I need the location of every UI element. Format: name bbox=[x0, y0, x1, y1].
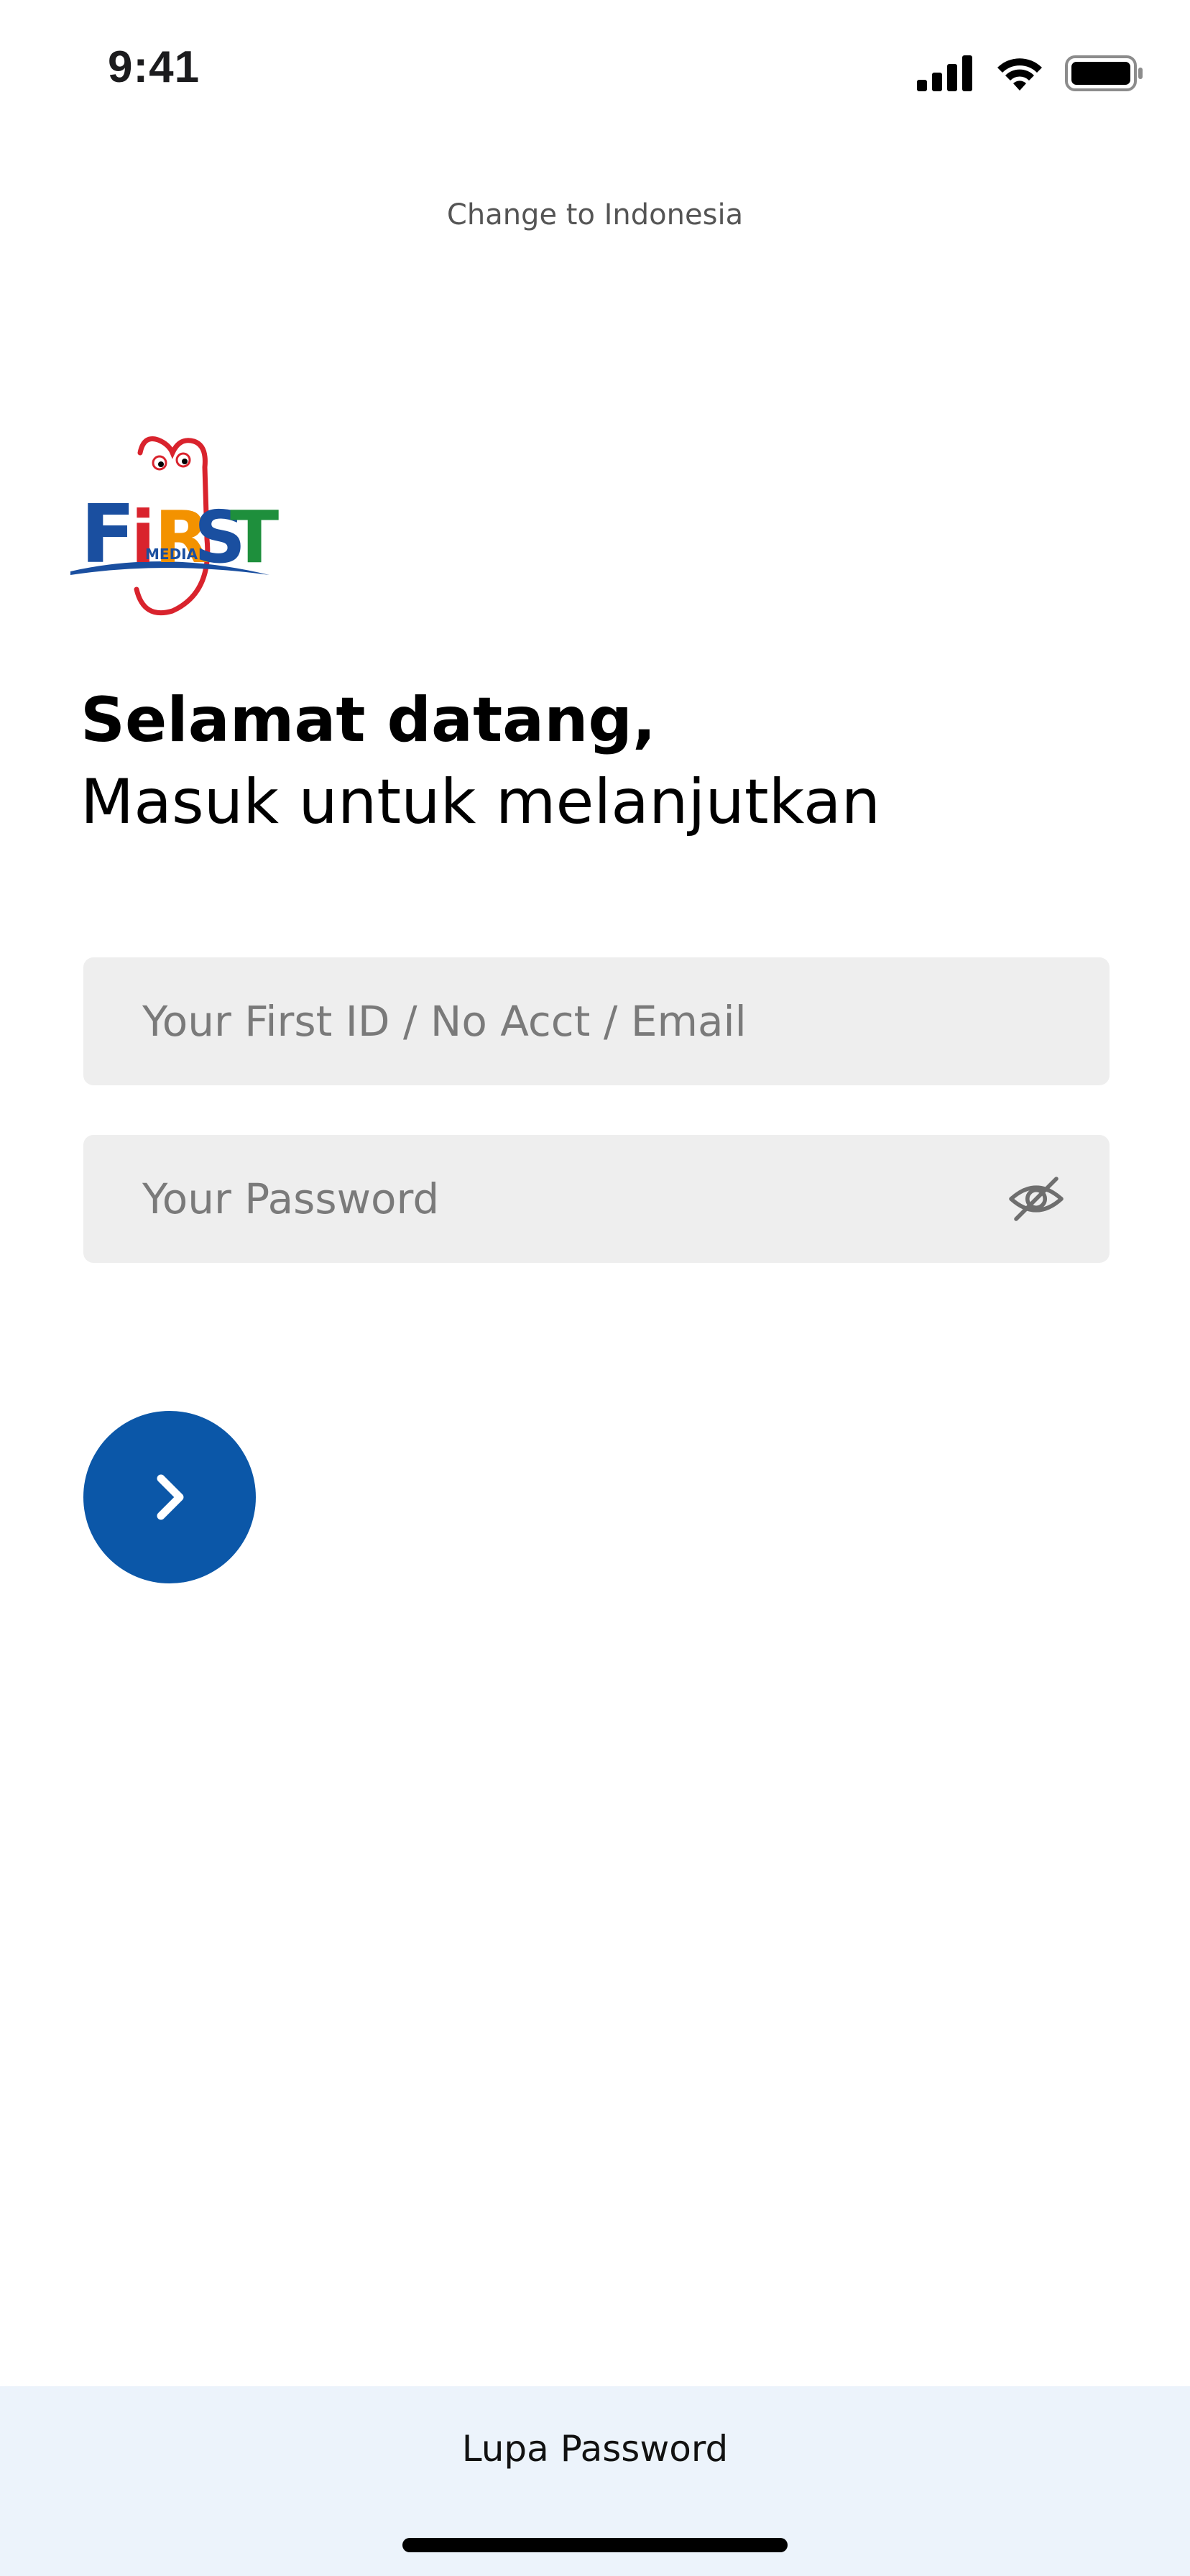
svg-text:F: F bbox=[80, 488, 136, 581]
wifi-icon bbox=[997, 58, 1042, 91]
status-icons bbox=[917, 52, 1144, 95]
svg-text:i: i bbox=[131, 495, 155, 579]
password-field-container bbox=[83, 1134, 1110, 1264]
language-switch-link[interactable]: Change to Indonesia bbox=[0, 198, 1190, 231]
eye-off-icon[interactable] bbox=[1006, 1169, 1066, 1229]
chevron-right-icon bbox=[157, 1474, 184, 1520]
welcome-heading: Selamat datang, bbox=[80, 684, 656, 756]
svg-text:T: T bbox=[230, 495, 279, 579]
id-field-container bbox=[83, 957, 1110, 1086]
forgot-password-link[interactable]: Lupa Password bbox=[0, 2428, 1190, 2470]
myfirst-media-logo: F i R S T MEDIA bbox=[70, 436, 279, 616]
home-indicator bbox=[402, 2538, 788, 2552]
svg-text:MEDIA: MEDIA bbox=[145, 546, 198, 563]
cellular-signal-icon bbox=[917, 55, 972, 91]
password-input[interactable] bbox=[141, 1134, 1006, 1264]
battery-icon bbox=[1065, 55, 1143, 91]
submit-button[interactable] bbox=[83, 1411, 256, 1583]
welcome-subtitle: Masuk untuk melanjutkan bbox=[80, 766, 881, 838]
login-screen: 9:41 Change to Indonesia F i R S T MEDIA… bbox=[0, 0, 1190, 2576]
first-id-input[interactable] bbox=[141, 957, 1066, 1086]
status-time: 9:41 bbox=[108, 42, 200, 92]
